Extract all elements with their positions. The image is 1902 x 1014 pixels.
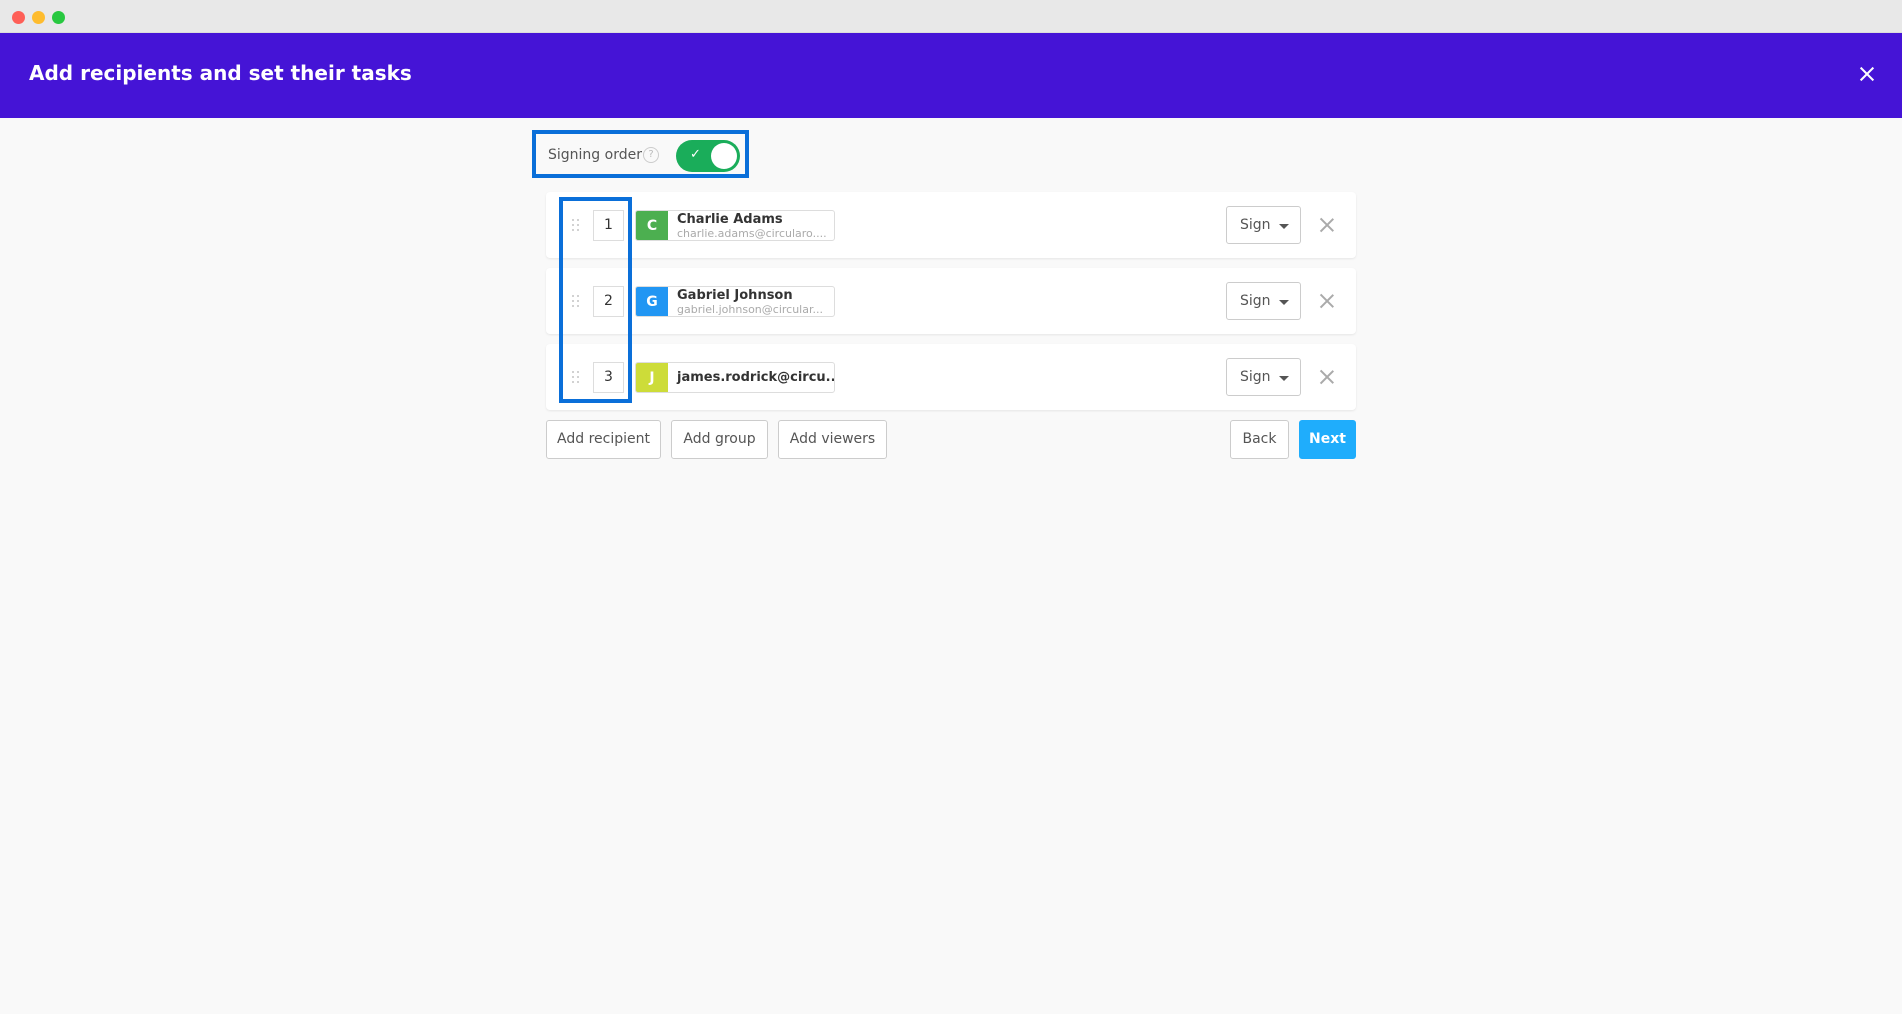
help-icon[interactable]: ? [643, 147, 659, 163]
window-minimize-button[interactable] [32, 11, 45, 24]
caret-down-icon [1279, 224, 1289, 229]
task-dropdown[interactable]: Sign [1226, 282, 1301, 320]
task-dropdown[interactable]: Sign [1226, 206, 1301, 244]
recipient-email: gabriel.johnson@circular... [677, 303, 823, 316]
avatar: G [636, 287, 668, 316]
remove-recipient-icon[interactable] [1318, 216, 1336, 234]
order-number-input[interactable]: 1 [593, 210, 624, 241]
caret-down-icon [1279, 376, 1289, 381]
recipient-row: 1 C Charlie Adams charlie.adams@circular… [546, 192, 1356, 258]
dialog-title: Add recipients and set their tasks [29, 61, 412, 85]
recipient-row: 3 J james.rodrick@circu... Sign [546, 344, 1356, 410]
back-button[interactable]: Back [1230, 420, 1289, 459]
next-button[interactable]: Next [1299, 420, 1356, 459]
recipient-field[interactable]: J james.rodrick@circu... [635, 362, 835, 393]
task-dropdown[interactable]: Sign [1226, 358, 1301, 396]
task-label: Sign [1240, 369, 1271, 385]
add-recipient-button[interactable]: Add recipient [546, 420, 661, 459]
add-group-button[interactable]: Add group [671, 420, 768, 459]
recipient-field[interactable]: C Charlie Adams charlie.adams@circularo.… [635, 210, 835, 241]
drag-handle-icon[interactable] [572, 371, 580, 383]
window-maximize-button[interactable] [52, 11, 65, 24]
window-titlebar [0, 0, 1902, 33]
toggle-knob [711, 143, 737, 169]
signing-order-toggle[interactable]: ✓ [676, 140, 740, 172]
order-number-input[interactable]: 2 [593, 286, 624, 317]
recipient-name: Gabriel Johnson [677, 288, 793, 303]
close-icon[interactable] [1856, 63, 1878, 85]
recipient-email: charlie.adams@circularo.... [677, 227, 827, 240]
signing-order-label: Signing order [548, 147, 642, 163]
dialog-header: Add recipients and set their tasks [0, 33, 1902, 118]
recipient-field[interactable]: G Gabriel Johnson gabriel.johnson@circul… [635, 286, 835, 317]
recipient-row: 2 G Gabriel Johnson gabriel.johnson@circ… [546, 268, 1356, 334]
remove-recipient-icon[interactable] [1318, 368, 1336, 386]
drag-handle-icon[interactable] [572, 295, 580, 307]
task-label: Sign [1240, 293, 1271, 309]
signing-order-section: Signing order ? ✓ [532, 130, 749, 178]
task-label: Sign [1240, 217, 1271, 233]
remove-recipient-icon[interactable] [1318, 292, 1336, 310]
avatar: J [636, 363, 668, 392]
caret-down-icon [1279, 300, 1289, 305]
add-viewers-button[interactable]: Add viewers [778, 420, 887, 459]
recipient-email: james.rodrick@circu... [677, 370, 835, 385]
drag-handle-icon[interactable] [572, 219, 580, 231]
check-icon: ✓ [690, 147, 701, 162]
window-close-button[interactable] [12, 11, 25, 24]
avatar: C [636, 211, 668, 240]
recipient-name: Charlie Adams [677, 212, 783, 227]
order-number-input[interactable]: 3 [593, 362, 624, 393]
